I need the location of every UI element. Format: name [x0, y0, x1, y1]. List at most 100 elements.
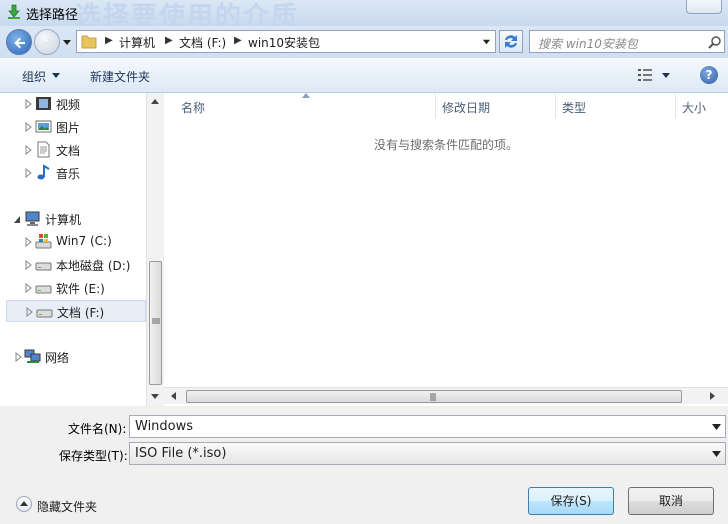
horizontal-scrollbar[interactable] — [164, 387, 728, 404]
tree-item-network[interactable]: 网络 — [12, 346, 152, 368]
tree-item-label: 本地磁盘 (D:) — [56, 259, 131, 273]
tree-item-drive-e[interactable]: 软件 (E:) — [22, 277, 162, 299]
breadcrumb-separator-icon[interactable]: ▶ — [234, 35, 242, 46]
address-dropdown-icon[interactable] — [482, 37, 491, 46]
refresh-button[interactable] — [499, 30, 523, 53]
tree-item-label: 网络 — [45, 351, 70, 365]
organize-button[interactable]: 组织 — [22, 68, 46, 85]
expand-arrow-icon[interactable] — [25, 99, 32, 109]
drive-icon — [35, 262, 52, 271]
search-icon[interactable] — [708, 35, 722, 49]
music-library-icon — [37, 164, 50, 180]
back-button[interactable] — [6, 29, 32, 55]
tree-item-label: 计算机 — [45, 213, 82, 227]
tree-item-label: 文档 — [56, 144, 81, 158]
title-bar: 选择要使用的介质 选择路径 — [0, 0, 728, 32]
scroll-right-arrow-icon[interactable] — [710, 392, 716, 400]
tree-item-label: 音乐 — [56, 167, 81, 181]
expand-arrow-icon[interactable] — [25, 145, 32, 155]
tree-item-drive-c[interactable]: Win7 (C:) — [22, 231, 162, 253]
expand-arrow-icon[interactable] — [15, 352, 22, 362]
window-title: 选择路径 — [26, 8, 79, 23]
expand-arrow-icon[interactable] — [25, 283, 32, 293]
breadcrumb-computer[interactable]: 计算机 — [119, 34, 155, 51]
address-bar[interactable]: ▶ 计算机 ▶ 文档 (F:) ▶ win10安装包 — [76, 30, 496, 53]
network-icon — [24, 349, 41, 363]
save-button[interactable]: 保存(S) — [528, 487, 614, 515]
column-label: 类型 — [562, 101, 587, 115]
column-label: 修改日期 — [442, 101, 491, 115]
tree-item-computer[interactable]: 计算机 — [12, 208, 152, 230]
chevron-up-icon — [20, 501, 28, 506]
filename-value: Windows — [135, 419, 194, 434]
command-toolbar: 组织 新建文件夹 ? — [0, 58, 728, 93]
chevron-down-icon[interactable] — [52, 73, 60, 78]
filetype-select[interactable]: ISO File (*.iso) — [129, 442, 726, 465]
tree-item-videos[interactable]: 视频 — [22, 93, 162, 115]
drive-icon — [35, 285, 52, 294]
collapse-arrow-icon[interactable] — [14, 214, 21, 224]
chevron-down-icon[interactable] — [712, 451, 721, 457]
tree-item-label: 视频 — [56, 98, 81, 112]
scrollbar-thumb[interactable] — [149, 261, 162, 385]
tree-item-label: 软件 (E:) — [56, 282, 105, 296]
tree-item-drive-d[interactable]: 本地磁盘 (D:) — [22, 254, 162, 276]
expand-arrow-icon[interactable] — [25, 237, 32, 247]
hide-folders-link[interactable]: 隐藏文件夹 — [37, 498, 97, 515]
collapse-up-icon[interactable] — [16, 496, 32, 512]
download-arrow-icon — [8, 4, 20, 19]
recent-locations-dropdown-icon[interactable] — [62, 37, 72, 47]
tree-item-drive-f[interactable]: 文档 (F:) — [6, 300, 146, 322]
navigation-pane: 视频 图片 文档 音乐 计算机 Win7 (C:) 本地磁盘 (D:) 软件 (… — [0, 93, 163, 406]
scroll-up-arrow-icon[interactable] — [151, 98, 159, 104]
tree-item-label: Win7 (C:) — [56, 234, 112, 248]
scroll-left-arrow-icon[interactable] — [170, 392, 176, 400]
search-input[interactable]: 搜索 win10安装包 — [529, 30, 725, 53]
back-arrow-icon — [14, 37, 25, 49]
pictures-library-icon — [35, 120, 52, 133]
breadcrumb-separator-icon[interactable]: ▶ — [105, 35, 113, 46]
tree-item-label: 文档 (F:) — [57, 306, 105, 320]
scrollbar-thumb[interactable] — [186, 390, 682, 403]
column-label: 名称 — [181, 101, 206, 115]
chevron-down-icon[interactable] — [662, 73, 670, 78]
video-library-icon — [36, 97, 51, 110]
navigation-bar: ▶ 计算机 ▶ 文档 (F:) ▶ win10安装包 搜索 win10安装包 — [0, 26, 728, 58]
help-icon[interactable]: ? — [700, 66, 718, 84]
grip-icon — [152, 318, 160, 324]
column-header-date[interactable]: 修改日期 — [436, 93, 556, 118]
expand-arrow-icon[interactable] — [26, 307, 33, 317]
filename-label: 文件名(N): — [68, 422, 127, 436]
column-header-type[interactable]: 类型 — [556, 93, 676, 118]
folder-icon — [81, 35, 97, 49]
column-header-name[interactable]: 名称 — [164, 93, 436, 118]
forward-button[interactable] — [34, 29, 60, 55]
refresh-icon — [505, 35, 517, 48]
expand-arrow-icon[interactable] — [25, 260, 32, 270]
scroll-down-arrow-icon[interactable] — [151, 394, 159, 400]
breadcrumb-current-folder[interactable]: win10安装包 — [248, 34, 320, 51]
breadcrumb-separator-icon[interactable]: ▶ — [165, 35, 173, 46]
cancel-button[interactable]: 取消 — [628, 487, 714, 515]
chevron-down-icon[interactable] — [712, 424, 721, 430]
filename-field[interactable]: Windows — [129, 415, 726, 438]
filetype-value: ISO File (*.iso) — [135, 446, 227, 461]
tree-item-music[interactable]: 音乐 — [22, 162, 162, 184]
tree-item-pictures[interactable]: 图片 — [22, 116, 162, 138]
view-details-icon[interactable] — [638, 69, 652, 81]
search-placeholder: 搜索 win10安装包 — [538, 37, 638, 51]
documents-library-icon — [37, 141, 50, 158]
expand-arrow-icon[interactable] — [25, 122, 32, 132]
expand-arrow-icon[interactable] — [25, 168, 32, 178]
tree-item-label: 图片 — [56, 121, 81, 135]
column-header-size[interactable]: 大小 — [676, 93, 728, 118]
close-button[interactable] — [686, 0, 722, 14]
empty-folder-message: 没有与搜索条件匹配的项。 — [373, 138, 518, 152]
system-drive-icon — [35, 234, 52, 249]
computer-icon — [25, 211, 40, 226]
navigation-scrollbar[interactable] — [146, 93, 163, 406]
sort-ascending-icon — [302, 93, 310, 98]
new-folder-button[interactable]: 新建文件夹 — [90, 68, 150, 85]
breadcrumb-drive-f[interactable]: 文档 (F:) — [179, 34, 226, 51]
tree-item-documents[interactable]: 文档 — [22, 139, 162, 161]
